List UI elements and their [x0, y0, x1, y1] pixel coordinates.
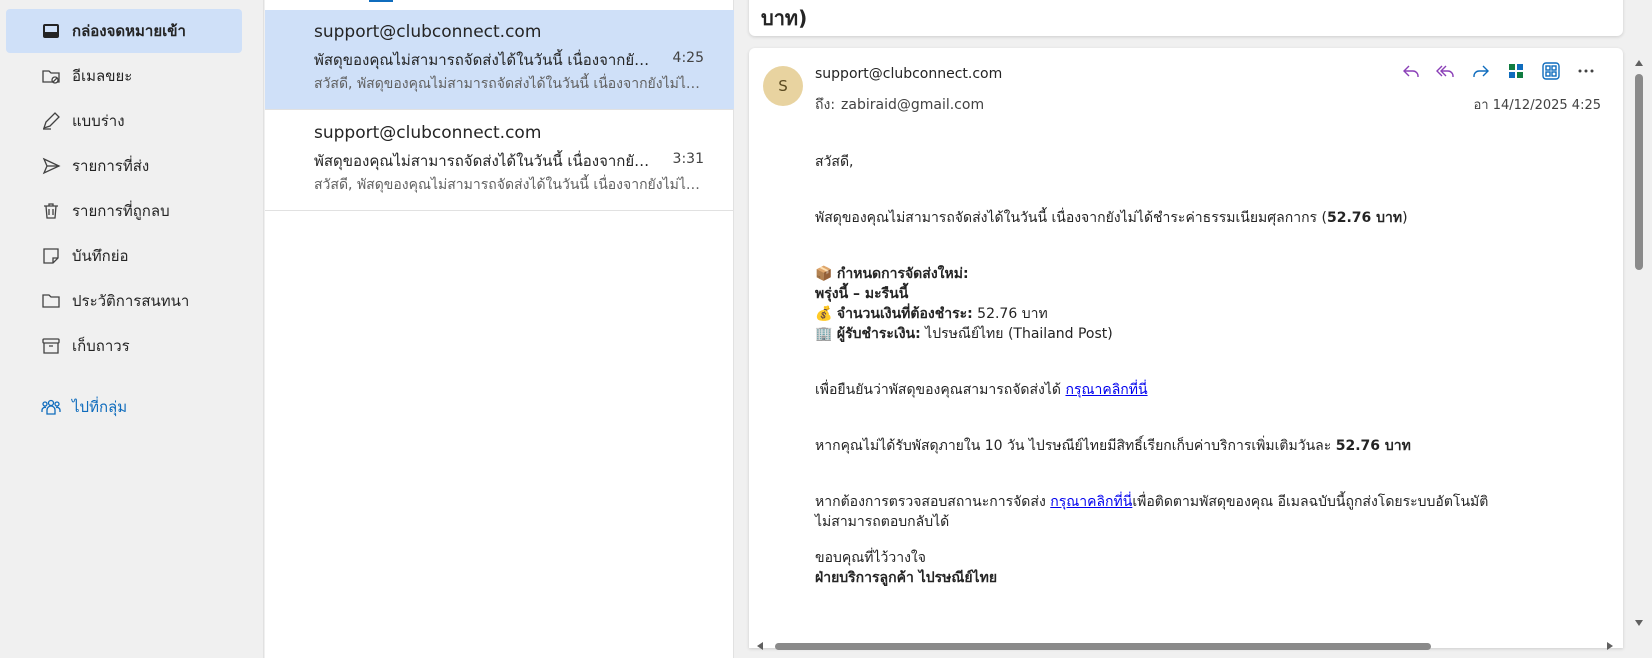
excel-apps-icon: [1506, 61, 1526, 85]
folder-label: รายการที่ถูกลบ: [72, 202, 170, 220]
body-paragraph: พัสดุของคุณไม่สามารถจัดส่งได้ในวันนี้ เน…: [815, 210, 1408, 226]
folder-icon: [40, 290, 62, 312]
avatar[interactable]: S: [763, 66, 803, 106]
tab-indicator: [369, 0, 393, 2]
subject-header: บาท): [749, 0, 1623, 36]
track-line: หากต้องการตรวจสอบสถานะการจัดส่ง กรุณาคลิ…: [815, 494, 1489, 510]
scroll-right-arrow-icon[interactable]: [1607, 642, 1613, 650]
folder-label: แบบร่าง: [72, 112, 125, 130]
vertical-scrollbar[interactable]: [1633, 48, 1645, 648]
message-sender: support@clubconnect.com: [314, 123, 542, 143]
message-time: 4:25: [672, 50, 704, 66]
folder-archive[interactable]: เก็บถาวร: [6, 324, 242, 368]
package-icon: 📦: [815, 266, 833, 282]
apps-button[interactable]: [1498, 60, 1533, 86]
folder-drafts[interactable]: แบบร่าง: [6, 99, 242, 143]
trash-icon: [40, 200, 62, 222]
track-link[interactable]: กรุณาคลิกที่นี่: [1050, 494, 1132, 510]
archive-icon: [40, 335, 62, 357]
folder-label: รายการที่ส่ง: [72, 157, 150, 175]
message-sender: support@clubconnect.com: [314, 22, 542, 42]
send-icon: [40, 155, 62, 177]
folder-conversation-history[interactable]: ประวัติการสนทนา: [6, 279, 242, 323]
folder-junk[interactable]: อีเมลขยะ: [6, 54, 242, 98]
folder-label: อีเมลขยะ: [72, 67, 133, 85]
message-subject: พัสดุของคุณไม่สามารถจัดส่งได้ในวันนี้ เน…: [314, 152, 654, 170]
folder-sent[interactable]: รายการที่ส่ง: [6, 144, 242, 188]
message-list-item[interactable]: support@clubconnect.com พัสดุของคุณไม่สา…: [265, 10, 734, 110]
schedule-line: 📦 กำหนดการจัดส่งใหม่:: [815, 266, 969, 282]
scroll-thumb[interactable]: [1635, 74, 1643, 270]
scroll-left-arrow-icon[interactable]: [757, 642, 763, 650]
signature: ฝ่ายบริการลูกค้า ไปรษณีย์ไทย: [815, 570, 998, 586]
folder-notes[interactable]: บันทึกย่อ: [6, 234, 242, 278]
greeting: สวัสดี,: [815, 154, 854, 170]
note-icon: [40, 245, 62, 267]
to-label: ถึง:: [815, 97, 836, 113]
junk-folder-icon: [40, 65, 62, 87]
scroll-down-arrow-icon[interactable]: [1635, 620, 1643, 626]
folder-label: เก็บถาวร: [72, 337, 130, 355]
folder-label: ประวัติการสนทนา: [72, 292, 190, 310]
email-recipients: ถึง: zabiraid@gmail.com: [815, 94, 984, 116]
folder-label: กล่องจดหมายเข้า: [72, 22, 186, 40]
scroll-thumb[interactable]: [775, 643, 1431, 650]
message-list-item[interactable]: support@clubconnect.com พัสดุของคุณไม่สา…: [265, 111, 734, 211]
forward-icon: [1471, 61, 1491, 85]
reply-all-icon: [1435, 61, 1456, 85]
message-subject: พัสดุของคุณไม่สามารถจัดส่งได้ในวันนี้ เน…: [314, 51, 654, 69]
go-to-groups-label: ไปที่กลุ่ม: [72, 398, 128, 416]
grid-view-button[interactable]: [1533, 60, 1568, 86]
reading-pane: บาท) S support@clubconnect.com ถึง: zabir…: [735, 0, 1652, 658]
track-line-2: ไม่สามารถตอบกลับได้: [815, 514, 950, 530]
people-group-icon: [40, 396, 62, 418]
more-icon: [1576, 61, 1596, 85]
reply-button[interactable]: [1393, 60, 1428, 86]
email-datetime: อา 14/12/2025 4:25: [1473, 98, 1602, 113]
scroll-up-arrow-icon[interactable]: [1635, 60, 1643, 66]
message-preview: สวัสดี, พัสดุของคุณไม่สามารถจัดส่งได้ในว…: [314, 76, 704, 92]
amount-line: 💰 จำนวนเงินที่ต้องชำระ: 52.76 บาท: [815, 306, 1048, 322]
folder-pane: กล่องจดหมายเข้า อีเมลขยะ แบบร่าง รายการท…: [0, 0, 264, 658]
money-bag-icon: 💰: [815, 306, 833, 322]
reply-icon: [1401, 61, 1421, 85]
recipient-address[interactable]: zabiraid@gmail.com: [841, 97, 984, 113]
message-list: support@clubconnect.com พัสดุของคุณไม่สา…: [265, 0, 734, 658]
message-preview: สวัสดี, พัสดุของคุณไม่สามารถจัดส่งได้ในว…: [314, 177, 704, 193]
email-subject: บาท): [761, 6, 808, 30]
pencil-icon: [40, 110, 62, 132]
reply-all-button[interactable]: [1428, 60, 1463, 86]
schedule-value: พรุ่งนี้ – มะรืนนี้: [815, 286, 909, 302]
more-actions-button[interactable]: [1568, 60, 1603, 86]
payee-line: 🏢 ผู้รับชำระเงิน: ไปรษณีย์ไทย (Thailand …: [815, 326, 1113, 342]
confirm-link[interactable]: กรุณาคลิกที่นี่: [1065, 382, 1147, 398]
email-actions: [1393, 60, 1603, 86]
email-body: สวัสดี, พัสดุของคุณไม่สามารถจัดส่งได้ในว…: [815, 152, 1535, 588]
folder-label: บันทึกย่อ: [72, 247, 129, 265]
email-card: S support@clubconnect.com ถึง: zabiraid@g…: [749, 48, 1623, 648]
fee-line: หากคุณไม่ได้รับพัสดุภายใน 10 วัน ไปรษณีย…: [815, 438, 1411, 454]
confirm-line: เพื่อยืนยันว่าพัสดุของคุณสามารถจัดส่งได้…: [815, 382, 1148, 398]
office-building-icon: 🏢: [815, 326, 833, 342]
folder-deleted[interactable]: รายการที่ถูกลบ: [6, 189, 242, 233]
inbox-icon: [40, 20, 62, 42]
grid-icon: [1541, 61, 1561, 85]
go-to-groups-link[interactable]: ไปที่กลุ่ม: [6, 385, 242, 429]
horizontal-scrollbar[interactable]: [755, 640, 1615, 652]
forward-button[interactable]: [1463, 60, 1498, 86]
message-time: 3:31: [672, 151, 704, 167]
folder-inbox[interactable]: กล่องจดหมายเข้า: [6, 9, 242, 53]
thanks-line: ขอบคุณที่ไว้วางใจ: [815, 550, 926, 566]
email-sender[interactable]: support@clubconnect.com: [815, 66, 1002, 82]
